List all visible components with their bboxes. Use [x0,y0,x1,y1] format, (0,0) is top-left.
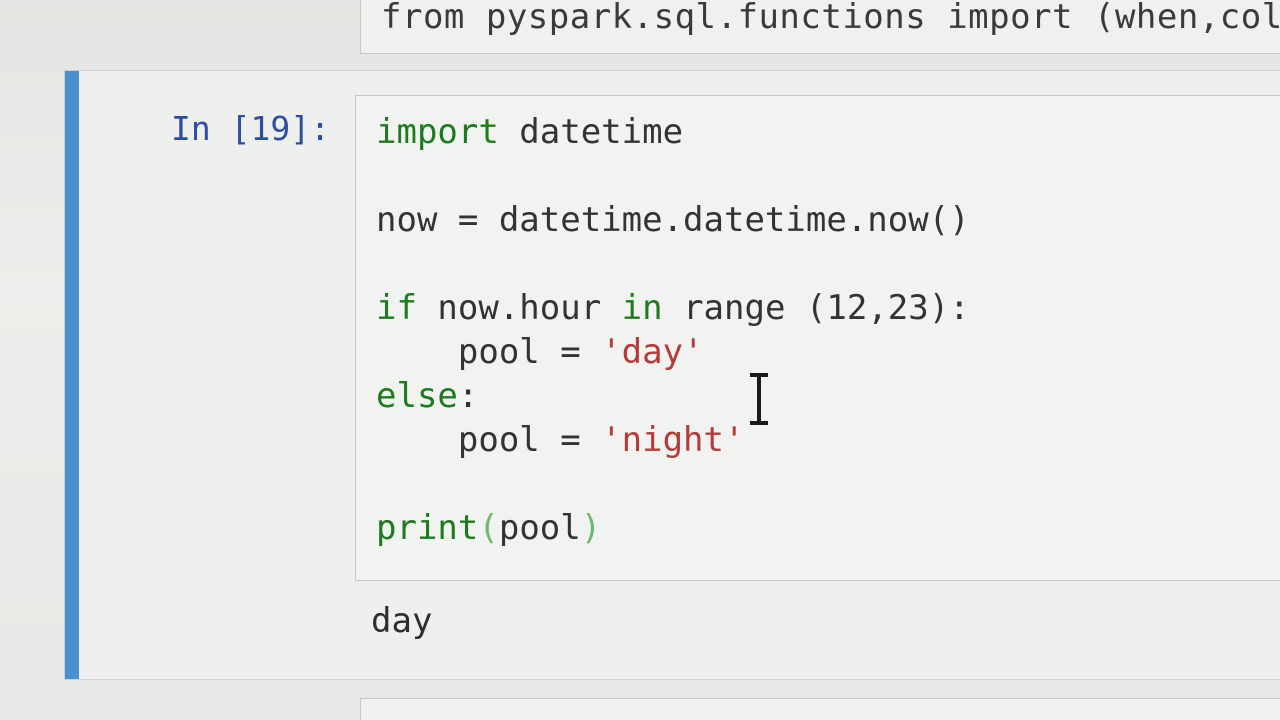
code-text: import datetime now = datetime.datetime.… [376,110,970,550]
code-string: 'night' [601,420,745,460]
code-token: pool = [376,420,602,460]
code-token: pool = [376,332,602,372]
notebook-page: from pyspark.sql.functions import (when,… [0,0,1280,720]
cell-selection-bar [65,71,79,679]
previous-cell-code: from pyspark.sql.functions import (when,… [381,0,1280,37]
code-keyword: import [376,112,499,152]
code-token: pool [498,508,581,548]
code-token: : [457,376,479,416]
cell-output: day [371,601,433,641]
code-token: range (12,23): [662,288,970,328]
code-token: datetime [498,112,684,152]
code-line: now = datetime.datetime.now() [376,200,970,240]
code-keyword: else [376,376,458,416]
code-keyword: print [376,508,479,548]
code-string: 'day' [601,332,704,372]
next-code-cell[interactable] [360,698,1280,720]
code-paren: ( [478,508,499,548]
previous-code-cell[interactable]: from pyspark.sql.functions import (when,… [360,0,1280,54]
code-editor[interactable]: import datetime now = datetime.datetime.… [355,95,1280,581]
text-cursor-icon [750,373,768,425]
code-keyword: if [376,288,417,328]
code-paren: ) [580,508,602,548]
code-keyword: in [621,288,663,328]
selected-code-cell[interactable]: In [19]: import datetime now = datetime.… [64,70,1280,680]
input-prompt: In [19]: [171,109,330,148]
code-token: now.hour [416,288,622,328]
